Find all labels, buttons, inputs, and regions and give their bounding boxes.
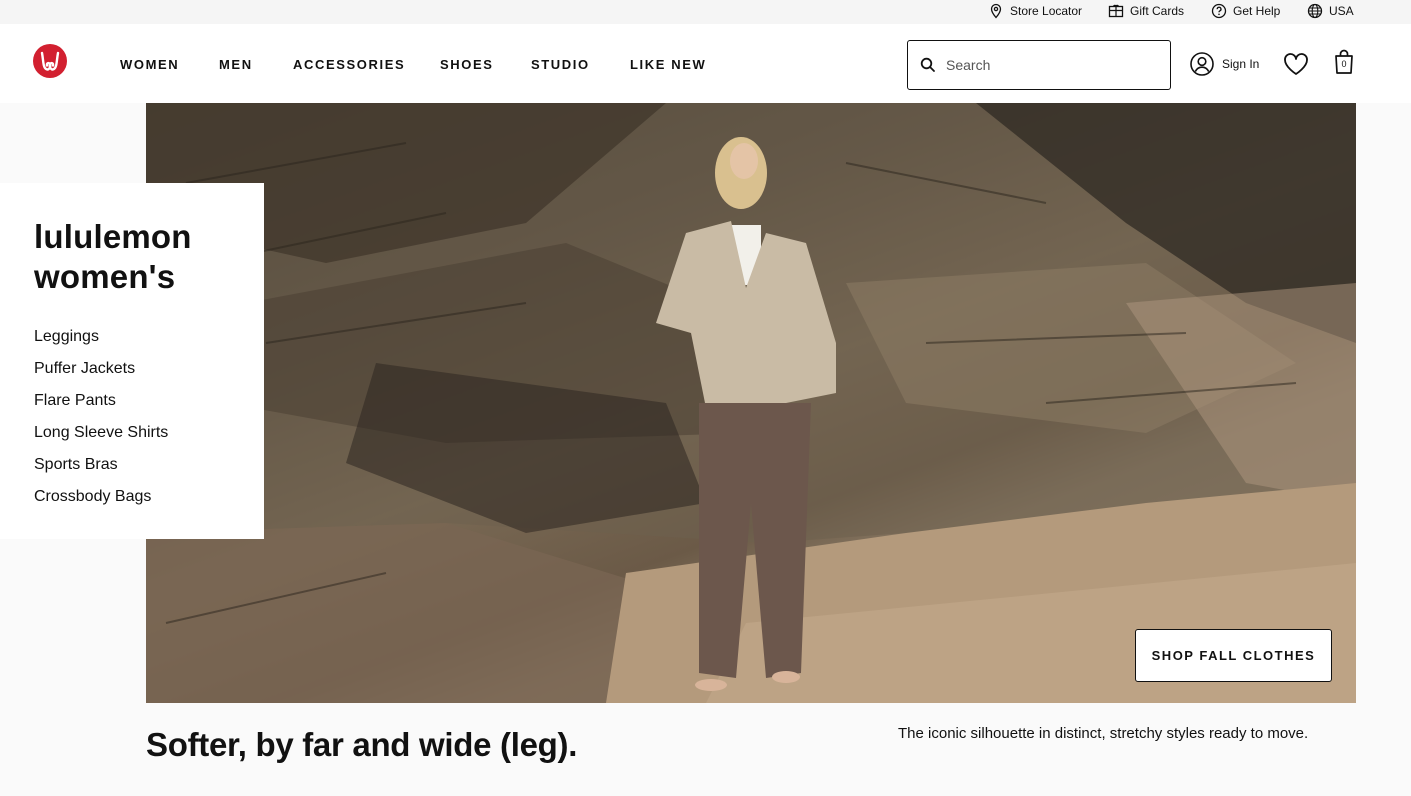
sign-in-label: Sign In (1222, 57, 1260, 71)
nav-studio[interactable]: STUDIO (531, 57, 590, 72)
category-card: lululemon women's Leggings Puffer Jacket… (0, 183, 264, 539)
nav-like-new[interactable]: LIKE NEW (630, 57, 706, 72)
search-input[interactable] (946, 57, 1146, 73)
link-long-sleeve-shirts[interactable]: Long Sleeve Shirts (34, 417, 264, 449)
nav-accessories[interactable]: ACCESSORIES (293, 57, 405, 72)
help-circle-icon (1211, 3, 1227, 19)
country-selector[interactable]: USA (1307, 1, 1354, 21)
sign-in-button[interactable]: Sign In (1190, 52, 1259, 76)
search-box[interactable] (907, 40, 1171, 90)
promo-headline: Softer, by far and wide (leg). (146, 726, 578, 763)
hero-image[interactable] (146, 103, 1356, 703)
gift-card-icon (1108, 4, 1124, 18)
lululemon-logo-icon[interactable] (33, 44, 67, 78)
category-links: Leggings Puffer Jackets Flare Pants Long… (34, 321, 264, 513)
shopping-bag-button[interactable]: 0 (1334, 49, 1354, 75)
promo-tagline: The iconic silhouette in distinct, stret… (898, 725, 1309, 742)
category-title: lululemon women's (34, 217, 264, 297)
nav-shoes[interactable]: SHOES (440, 57, 494, 72)
link-crossbody-bags[interactable]: Crossbody Bags (34, 481, 264, 513)
country-label: USA (1329, 4, 1354, 18)
link-leggings[interactable]: Leggings (34, 321, 264, 353)
user-icon (1190, 52, 1214, 76)
get-help-link[interactable]: Get Help (1211, 1, 1280, 21)
globe-icon (1307, 3, 1323, 19)
nav-women[interactable]: WOMEN (120, 57, 179, 72)
shop-fall-clothes-button[interactable]: SHOP FALL CLOTHES (1135, 629, 1332, 682)
link-flare-pants[interactable]: Flare Pants (34, 385, 264, 417)
link-puffer-jackets[interactable]: Puffer Jackets (34, 353, 264, 385)
main-header: WOMEN MEN ACCESSORIES SHOES STUDIO LIKE … (0, 24, 1411, 103)
get-help-label: Get Help (1233, 4, 1281, 18)
gift-cards-label: Gift Cards (1130, 4, 1185, 18)
nav-men[interactable]: MEN (219, 57, 253, 72)
category-title-line2: women's (34, 258, 176, 295)
gift-cards-link[interactable]: Gift Cards (1108, 1, 1184, 21)
store-locator-label: Store Locator (1010, 4, 1083, 18)
map-pin-icon (990, 3, 1002, 19)
utility-bar: Store Locator Gift Cards Get Help USA (0, 0, 1411, 24)
wishlist-heart-icon[interactable] (1283, 52, 1309, 76)
bag-count: 0 (1341, 59, 1347, 69)
hero-photo (146, 103, 1356, 703)
category-title-line1: lululemon (34, 218, 192, 255)
link-sports-bras[interactable]: Sports Bras (34, 449, 264, 481)
search-icon (920, 57, 935, 72)
store-locator-link[interactable]: Store Locator (988, 1, 1082, 21)
